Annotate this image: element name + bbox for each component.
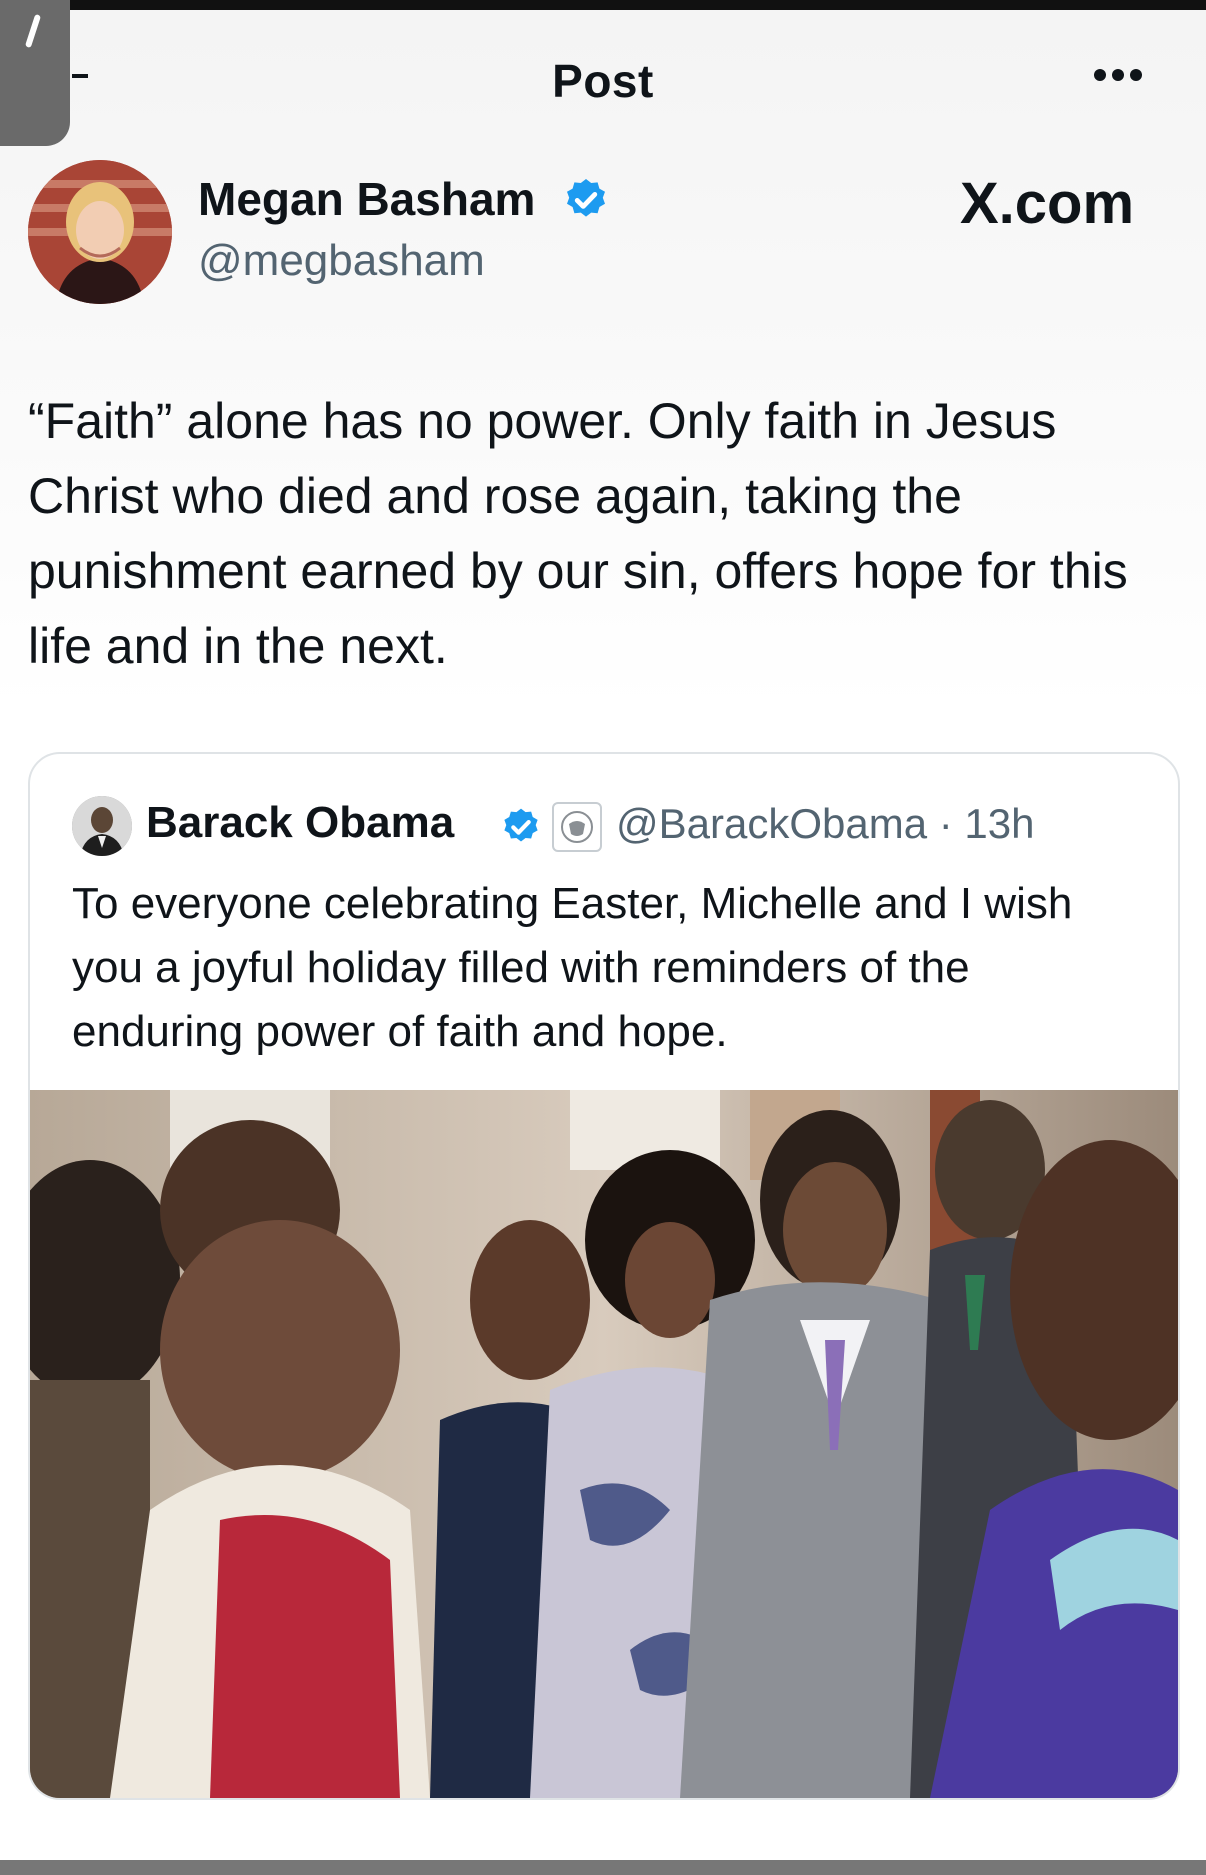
brand-watermark: X.com	[960, 171, 1135, 236]
avatar[interactable]	[28, 160, 172, 304]
more-options-icon[interactable]	[1094, 68, 1156, 88]
page-title: Post	[552, 55, 654, 107]
author-handle[interactable]: @megbasham	[198, 236, 485, 286]
quoted-post-card[interactable]: Barack Obama @BarackObama · 13h To every…	[28, 752, 1180, 1800]
quoted-handle-time[interactable]: @BarackObama · 13h	[616, 800, 1034, 848]
quoted-avatar[interactable]	[72, 796, 132, 856]
status-strip	[0, 0, 1206, 10]
verified-badge-icon	[504, 808, 538, 842]
bottom-edge	[0, 1860, 1206, 1875]
quoted-post-body: To everyone celebrating Easter, Michelle…	[72, 879, 1073, 1056]
author-name[interactable]: Megan Basham	[198, 172, 535, 226]
post-header: Post	[0, 10, 1206, 130]
quoted-author-name[interactable]: Barack Obama	[146, 798, 454, 848]
government-seal-icon	[552, 802, 602, 852]
verified-badge-icon	[567, 179, 605, 217]
quoted-post-photo[interactable]	[30, 1090, 1178, 1798]
post-body: “Faith” alone has no power. Only faith i…	[28, 393, 1128, 674]
